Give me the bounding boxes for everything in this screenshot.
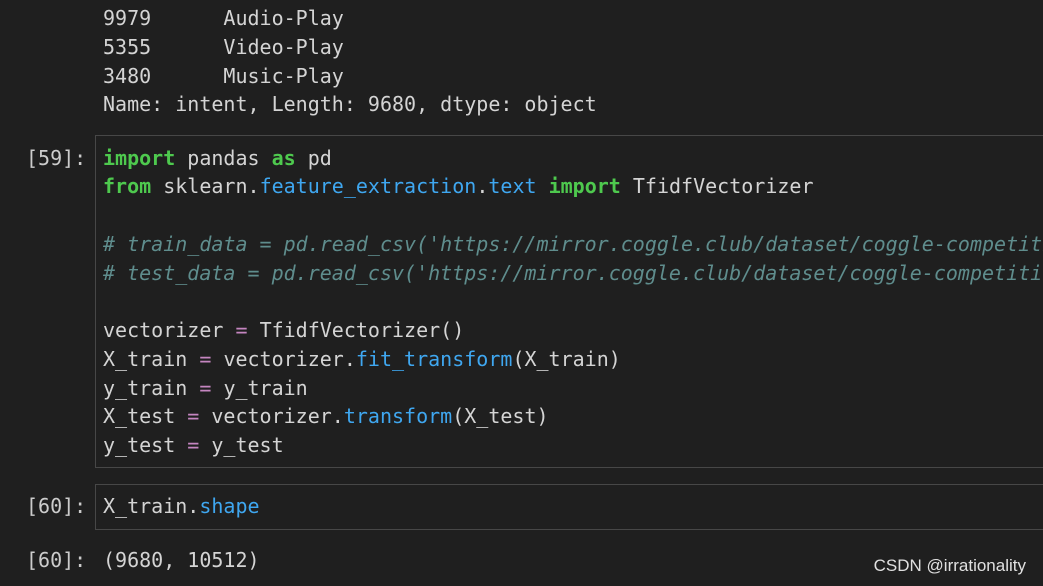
submodule-name: feature_extraction — [259, 174, 477, 198]
keyword-as: as — [271, 146, 296, 170]
variable-name: X_train — [103, 347, 188, 371]
code-comment-2[interactable]: # test_data = pd.read_csv('https://mirro… — [103, 259, 1042, 287]
variable-name: X_test — [103, 404, 176, 428]
call-args: (X_train) — [512, 347, 621, 371]
cell-59-prompt: [59]: — [26, 146, 87, 170]
code-line-7[interactable]: y_train = y_train — [103, 374, 308, 402]
keyword-import: import — [548, 174, 621, 198]
code-line-5[interactable]: vectorizer = TfidfVectorizer() — [103, 316, 464, 344]
object-name: X_train. — [103, 494, 200, 518]
code-line-2[interactable]: from sklearn.feature_extraction.text imp… — [103, 172, 814, 200]
code-line-1[interactable]: import pandas as pd — [103, 144, 332, 172]
code-comment-1[interactable]: # train_data = pd.read_csv('https://mirr… — [103, 230, 1043, 258]
method-name: transform — [343, 404, 453, 428]
output-value: Audio-Play — [223, 6, 344, 30]
object-name: vectorizer. — [211, 404, 344, 428]
keyword-import: import — [103, 146, 176, 170]
call-args: (X_test) — [452, 404, 549, 428]
output-value: Video-Play — [223, 35, 344, 59]
module-alias: pd — [307, 146, 332, 170]
code-line-shape[interactable]: X_train.shape — [103, 492, 260, 520]
cell-60-prompt: [60]: — [26, 494, 87, 518]
output-row: 3480 Music-Play — [103, 62, 344, 90]
expression: TfidfVectorizer() — [259, 318, 465, 342]
attribute-name: shape — [199, 494, 260, 518]
code-line-9[interactable]: y_test = y_test — [103, 431, 284, 459]
code-line-6[interactable]: X_train = vectorizer.fit_transform(X_tra… — [103, 345, 621, 373]
assign-operator: = — [199, 376, 212, 400]
output-index: 9979 — [103, 6, 152, 30]
method-name: fit_transform — [355, 347, 513, 371]
output-index: 3480 — [103, 64, 152, 88]
watermark: CSDN @irrationality — [873, 556, 1026, 575]
assign-operator: = — [187, 433, 200, 457]
dot: . — [476, 174, 489, 198]
object-name: vectorizer. — [223, 347, 356, 371]
module-name: pandas — [187, 146, 260, 170]
variable-name: y_train — [103, 376, 188, 400]
output-row: 5355 Video-Play — [103, 33, 344, 61]
cell-60-output: (9680, 10512) — [103, 548, 260, 572]
code-line-8[interactable]: X_test = vectorizer.transform(X_test) — [103, 402, 549, 430]
assign-operator: = — [199, 347, 212, 371]
output-index: 5355 — [103, 35, 152, 59]
submodule-name: text — [488, 174, 537, 198]
assign-operator: = — [187, 404, 200, 428]
dot: . — [247, 174, 260, 198]
output-summary: Name: intent, Length: 9680, dtype: objec… — [103, 92, 597, 116]
package-name: sklearn — [163, 174, 248, 198]
class-name: TfidfVectorizer — [632, 174, 814, 198]
output-value: Music-Play — [223, 64, 344, 88]
variable-name: vectorizer — [103, 318, 224, 342]
keyword-from: from — [103, 174, 152, 198]
output-row: 9979 Audio-Play — [103, 4, 344, 32]
cell-60-output-prompt: [60]: — [26, 548, 87, 572]
expression: y_test — [211, 433, 284, 457]
assign-operator: = — [235, 318, 248, 342]
variable-name: y_test — [103, 433, 176, 457]
expression: y_train — [223, 376, 308, 400]
